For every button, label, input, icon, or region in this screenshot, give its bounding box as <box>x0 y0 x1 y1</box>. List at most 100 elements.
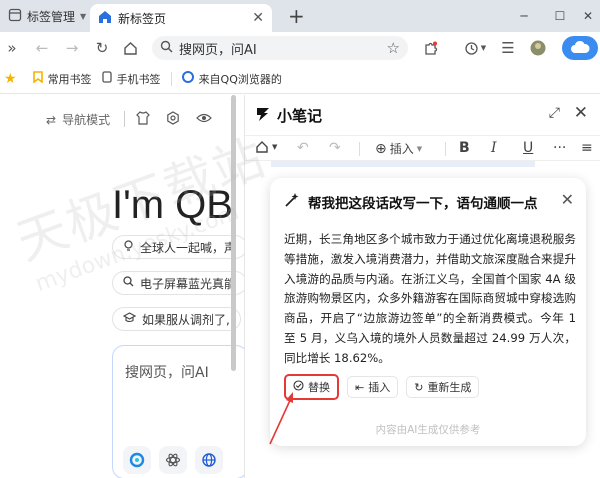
ai-search-box[interactable]: 搜网页，问AI <box>112 345 244 478</box>
tab-new-tab[interactable]: 新标签页 ✕ <box>90 4 272 32</box>
ai-disclaimer: 内容由AI生成仅供参考 <box>375 424 481 436</box>
tab-manager-label: 标签管理 <box>27 9 76 24</box>
divider <box>359 142 360 156</box>
history-icon[interactable]: ▼ <box>460 38 490 58</box>
qq-logo-icon[interactable] <box>123 446 151 474</box>
chevron-down-icon: ▼ <box>80 11 87 21</box>
redo-icon[interactable]: ↷ <box>329 140 341 156</box>
insert-text-button[interactable]: ⇤ 插入 <box>347 376 399 398</box>
italic-icon[interactable]: I <box>491 140 497 156</box>
align-icon[interactable]: ≡ <box>581 140 593 156</box>
bookmark-item[interactable]: 常用书签 <box>32 71 92 87</box>
graduation-cap-icon <box>122 312 137 326</box>
refresh-icon[interactable]: ↻ <box>92 38 112 58</box>
tab-manager-button[interactable]: 标签管理 ▼ <box>8 7 86 25</box>
rewritten-text: 近期，长三角地区多个城市致力于通过优化离境退税服务等措施，激发入境消费潜力，并借… <box>284 232 576 365</box>
home-tab-icon <box>98 10 112 27</box>
expand-icon[interactable]: ⤢ <box>549 105 560 121</box>
settings-icon[interactable] <box>166 111 180 128</box>
expand-sidebar-icon[interactable]: » <box>2 38 22 58</box>
bold-icon[interactable]: B <box>459 140 470 156</box>
mobile-bookmark-icon <box>101 71 112 86</box>
more-icon[interactable]: ··· <box>553 140 566 156</box>
home-icon[interactable] <box>120 38 140 58</box>
home-format-icon[interactable]: ▼ <box>255 140 277 154</box>
shirt-icon[interactable] <box>136 111 150 128</box>
close-icon[interactable]: ✕ <box>574 103 588 123</box>
card-header: 帮我把这段话改写一下，语句通顺一点 <box>284 192 538 212</box>
nav-mode-label: 导航模式 <box>62 113 111 127</box>
page-tools <box>136 111 212 128</box>
close-icon[interactable]: ✕ <box>561 190 574 209</box>
suggestion-label: 电子屏幕蓝光真能 <box>140 276 237 291</box>
insert-icon: ⇤ <box>355 380 365 394</box>
lightbulb-icon <box>123 239 134 255</box>
close-icon[interactable]: ✕ <box>252 10 264 26</box>
bookmark-label: 来自QQ浏览器的 <box>198 72 282 86</box>
new-tab-button[interactable]: + <box>288 4 305 28</box>
panel-header: 小笔记 <box>255 105 322 126</box>
chevron-down-icon: ▼ <box>416 144 423 153</box>
suggestion-chip[interactable]: 全球人一起喊，声 <box>112 235 244 259</box>
hero-title: I'm QB <box>112 183 233 227</box>
suggestion-label: 全球人一起喊，声 <box>140 240 237 255</box>
avatar[interactable] <box>528 38 548 58</box>
bookmark-item[interactable]: 来自QQ浏览器的 <box>181 71 282 87</box>
undo-icon[interactable]: ↶ <box>297 140 309 156</box>
search-placeholder: 搜网页，问AI <box>125 365 209 381</box>
menu-icon[interactable]: ☰ <box>498 38 518 58</box>
star-icon[interactable]: ☆ <box>387 39 400 57</box>
bookmark-divider <box>170 71 172 86</box>
plus-circle-icon: ⊕ <box>375 140 387 157</box>
divider <box>445 142 446 156</box>
cloud-sync-button[interactable] <box>562 36 598 60</box>
tab-label: 新标签页 <box>118 11 167 26</box>
eye-icon[interactable] <box>196 111 212 128</box>
swap-icon: ⇄ <box>46 112 57 127</box>
star-bookmark-icon[interactable]: ★ <box>4 71 17 87</box>
bookmark-icon <box>32 71 43 86</box>
underline-icon[interactable]: U <box>523 140 533 156</box>
pen-logo-icon <box>255 106 271 126</box>
search-icon <box>123 276 134 290</box>
regenerate-button[interactable]: ↻ 重新生成 <box>406 376 480 398</box>
back-icon[interactable]: ← <box>32 38 52 58</box>
extension-icon[interactable] <box>420 38 440 58</box>
insert-button[interactable]: ⊕ 插入 ▼ <box>375 140 422 157</box>
bookmark-label: 常用书签 <box>47 72 92 86</box>
editor-toolbar: ▼ ↶ ↷ ⊕ 插入 ▼ B I U ··· ≡ <box>245 135 600 161</box>
bookmark-item[interactable]: 手机书签 <box>101 71 161 87</box>
card-title: 帮我把这段话改写一下，语句通顺一点 <box>308 196 538 212</box>
maximize-icon[interactable]: ☐ <box>550 6 570 26</box>
tab-manager-icon <box>8 8 22 25</box>
suggestion-chip[interactable]: 电子屏幕蓝光真能 <box>112 271 244 295</box>
cloud-icon <box>570 40 590 57</box>
scrollbar[interactable] <box>231 95 236 371</box>
suggestion-label: 如果服从调剂了, <box>142 312 230 327</box>
card-actions: 替换 ⇤ 插入 ↻ 重新生成 <box>284 374 480 400</box>
annotation-arrow <box>269 392 293 445</box>
search-icon <box>160 40 173 56</box>
atom-icon[interactable] <box>159 446 187 474</box>
suggestion-chip[interactable]: 如果服从调剂了, <box>112 307 241 331</box>
address-text: 搜网页，问AI <box>179 42 257 58</box>
magic-wand-icon <box>284 192 300 212</box>
tab-strip: 标签管理 ▼ 新标签页 ✕ + ─ ☐ ✕ <box>0 0 600 32</box>
toolbar: » ← → ↻ 搜网页，问AI ☆ ▼ ☰ <box>0 32 600 64</box>
replace-label: 替换 <box>308 381 330 394</box>
regenerate-label: 重新生成 <box>427 381 472 394</box>
qq-browser-icon <box>181 71 194 86</box>
globe-icon[interactable] <box>195 446 223 474</box>
minimize-icon[interactable]: ─ <box>514 6 534 26</box>
address-bar[interactable]: 搜网页，问AI ☆ <box>152 36 408 60</box>
nav-mode-button[interactable]: ⇄ 导航模式 <box>46 111 110 128</box>
forward-icon[interactable]: → <box>62 38 82 58</box>
panel-title: 小笔记 <box>277 107 323 125</box>
bookmarks-bar: ★ 常用书签 手机书签 来自QQ浏览器的 <box>0 64 600 94</box>
new-tab-page: ⇄ 导航模式 I'm QB 全球人一起喊，声 电子屏幕蓝光真能 如果服从调剂了, <box>0 95 244 478</box>
window-close-icon[interactable]: ✕ <box>578 6 598 26</box>
insert-label: 插入 <box>389 142 414 156</box>
divider <box>124 111 125 127</box>
highlighted-text <box>271 161 535 167</box>
bookmark-label: 手机书签 <box>116 72 161 86</box>
